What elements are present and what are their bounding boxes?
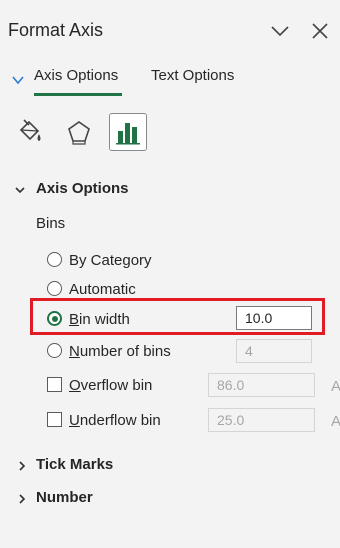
highlight-annotation <box>30 298 325 335</box>
by-category-radio[interactable] <box>47 252 62 267</box>
section-tick-marks[interactable]: Tick Marks <box>36 456 113 473</box>
chevron-right-icon[interactable] <box>16 459 28 471</box>
tab-label: Text Options <box>151 67 235 84</box>
axis-options-bar-chart-icon[interactable] <box>109 113 147 151</box>
overflow-bin-input[interactable]: 86.0 <box>208 373 315 397</box>
number-of-bins-radio[interactable] <box>47 343 62 358</box>
automatic-label[interactable]: Automatic <box>69 281 136 298</box>
underflow-bin-input[interactable]: 25.0 <box>208 408 315 432</box>
section-axis-options[interactable]: Axis Options <box>36 180 129 197</box>
underflow-bin-label[interactable]: Underflow bin <box>69 412 161 429</box>
automatic-radio[interactable] <box>47 281 62 296</box>
tab-axis-options[interactable]: Axis Options <box>34 66 122 96</box>
number-of-bins-label[interactable]: Number of bins <box>69 343 171 360</box>
chevron-right-icon[interactable] <box>16 492 28 504</box>
by-category-label[interactable]: By Category <box>69 252 152 269</box>
overflow-bin-checkbox[interactable] <box>47 377 62 392</box>
tab-text-options[interactable]: Text Options <box>151 66 234 96</box>
section-number[interactable]: Number <box>36 489 93 506</box>
number-of-bins-input[interactable]: 4 <box>236 339 312 363</box>
bins-label: Bins <box>36 215 66 232</box>
fill-line-icon[interactable] <box>10 113 48 151</box>
chevron-down-icon[interactable] <box>269 20 291 42</box>
overflow-bin-label[interactable]: Overflow bin <box>69 377 152 394</box>
tab-active-indicator <box>34 93 122 96</box>
tab-chevron-icon <box>11 73 25 87</box>
effects-pentagon-icon[interactable] <box>60 113 98 151</box>
underflow-bin-checkbox[interactable] <box>47 412 62 427</box>
chevron-down-icon[interactable] <box>14 183 26 195</box>
pane-title: Format Axis <box>8 20 104 40</box>
tab-label: Axis Options <box>34 67 119 84</box>
underflow-suffix: A <box>331 413 340 430</box>
close-icon[interactable] <box>309 20 331 42</box>
overflow-suffix: A <box>331 378 340 395</box>
